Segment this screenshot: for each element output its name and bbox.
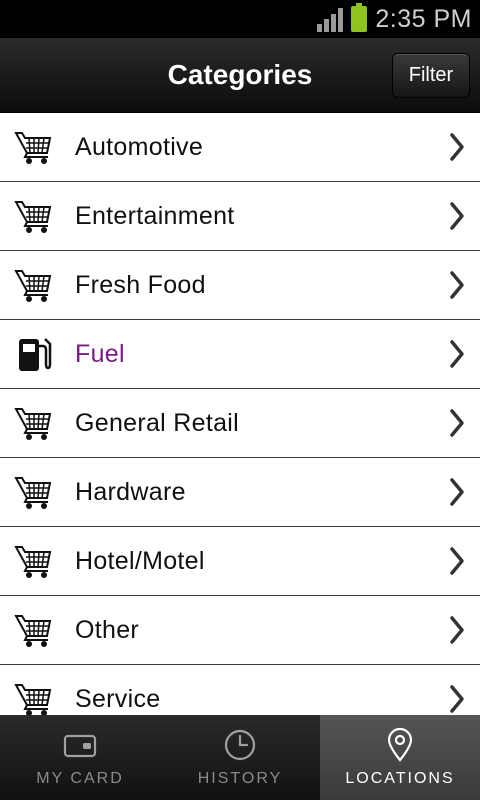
list-item-label: Automotive — [75, 132, 204, 161]
cart-icon — [14, 541, 54, 581]
chevron-right-icon — [450, 685, 464, 713]
cart-icon — [14, 403, 54, 443]
tab-label: My Card — [36, 769, 124, 787]
chevron-right-icon — [450, 340, 464, 368]
cart-icon — [14, 196, 54, 236]
chevron-right-icon — [450, 271, 464, 299]
list-item-fuel[interactable]: Fuel — [0, 320, 480, 389]
list-item-service[interactable]: Service — [0, 665, 480, 715]
fuel-pump-icon — [14, 334, 54, 374]
battery-icon — [351, 3, 368, 32]
category-list: Automotive Entertainment Fresh Food Fuel… — [0, 113, 480, 715]
status-bar: 2:35 PM — [0, 0, 480, 38]
chevron-right-icon — [450, 409, 464, 437]
cart-icon — [14, 265, 54, 305]
list-item-automotive[interactable]: Automotive — [0, 113, 480, 182]
list-item-label: Fuel — [75, 339, 125, 368]
signal-icon — [317, 6, 344, 32]
status-time: 2:35 PM — [375, 4, 472, 33]
list-item-label: Entertainment — [75, 201, 235, 230]
list-item-label: Fresh Food — [75, 270, 206, 299]
list-item-label: Hotel/Motel — [75, 546, 205, 575]
list-item-other[interactable]: Other — [0, 596, 480, 665]
list-item-label: Hardware — [75, 477, 186, 506]
list-item-fresh-food[interactable]: Fresh Food — [0, 251, 480, 320]
tab-locations[interactable]: Locations — [320, 715, 480, 800]
cart-icon — [14, 610, 54, 650]
list-item-label: Other — [75, 615, 140, 644]
chevron-right-icon — [450, 616, 464, 644]
chevron-right-icon — [450, 133, 464, 161]
tab-label: Locations — [345, 769, 455, 787]
list-item-label: Service — [75, 684, 161, 713]
chevron-right-icon — [450, 547, 464, 575]
chevron-right-icon — [450, 478, 464, 506]
filter-button[interactable]: Filter — [392, 53, 470, 98]
list-item-entertainment[interactable]: Entertainment — [0, 182, 480, 251]
list-item-label: General Retail — [75, 408, 240, 437]
cart-icon — [14, 472, 54, 512]
list-item-general-retail[interactable]: General Retail — [0, 389, 480, 458]
header: Categories Filter — [0, 38, 480, 113]
wallet-icon — [63, 734, 97, 757]
tab-bar: My Card History Locations — [0, 715, 480, 800]
cart-icon — [14, 127, 54, 167]
cart-icon — [14, 679, 54, 715]
list-item-hotel-motel[interactable]: Hotel/Motel — [0, 527, 480, 596]
page-title: Categories — [167, 59, 313, 90]
chevron-right-icon — [450, 202, 464, 230]
tab-my-card[interactable]: My Card — [0, 715, 160, 800]
clock-icon — [224, 729, 256, 760]
list-item-hardware[interactable]: Hardware — [0, 458, 480, 527]
tab-label: History — [197, 769, 283, 787]
location-pin-icon — [387, 727, 413, 762]
tab-history[interactable]: History — [160, 715, 320, 800]
